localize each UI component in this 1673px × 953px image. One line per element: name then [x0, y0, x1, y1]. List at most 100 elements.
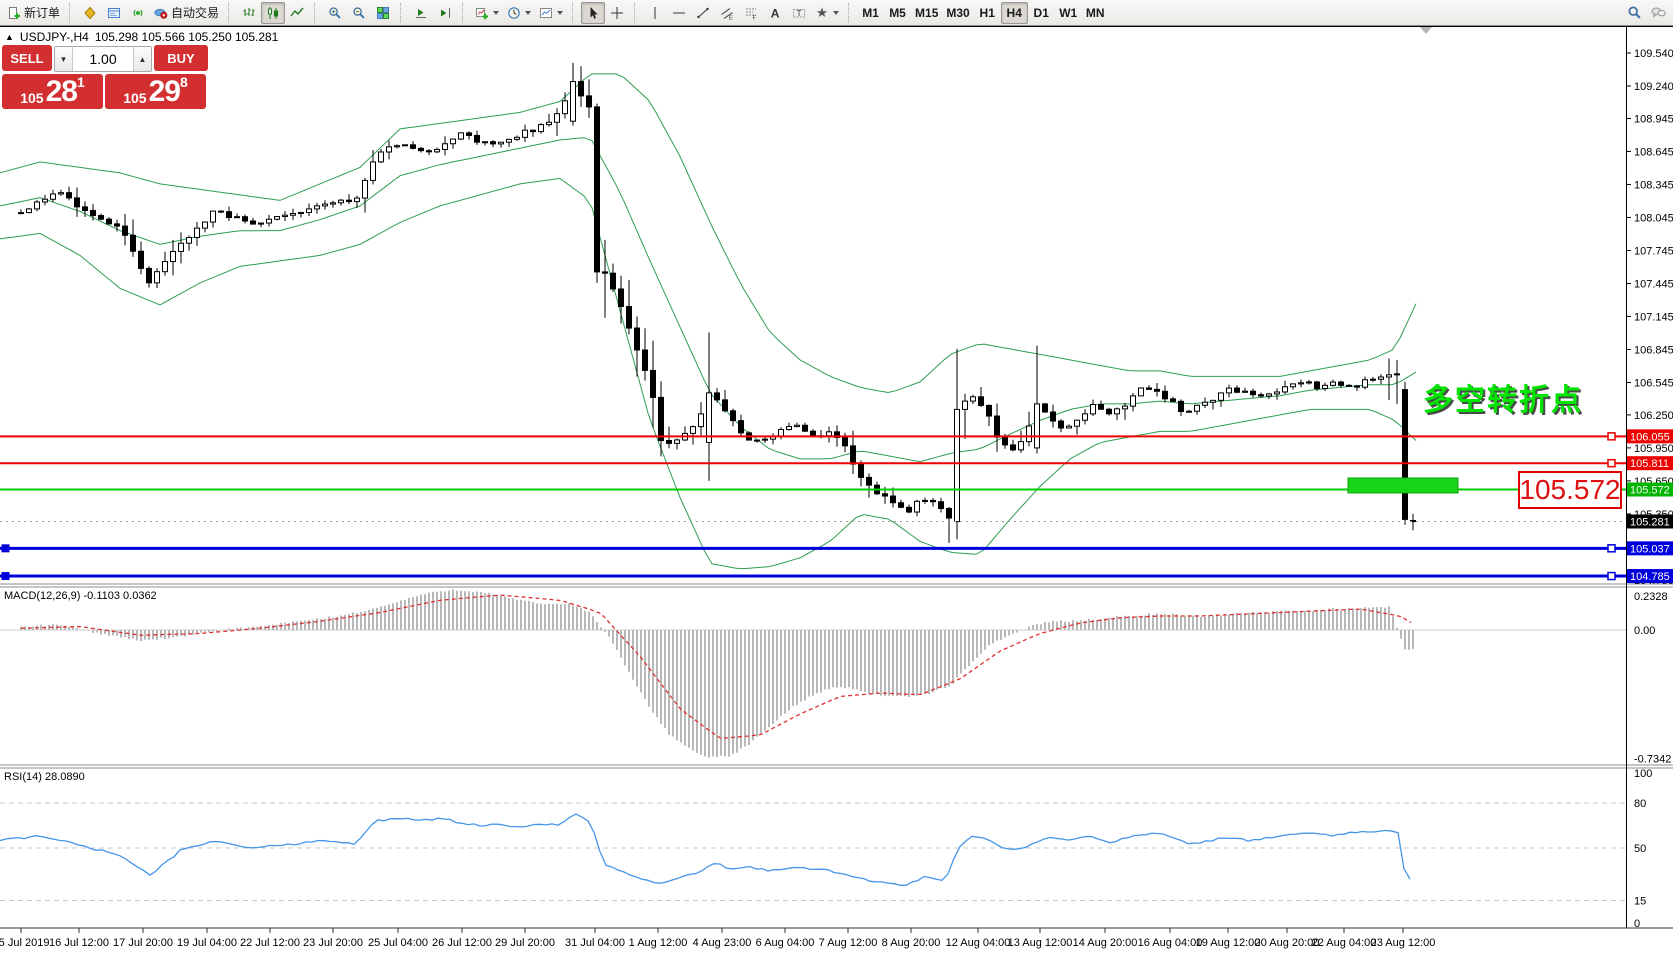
buy-price-button[interactable]: 105298 — [105, 74, 206, 109]
symbol-period-label: USDJPY-,H4 — [20, 30, 89, 44]
candle-body — [1315, 382, 1320, 389]
metaeditor-button[interactable] — [102, 2, 126, 24]
styler-button[interactable] — [78, 2, 102, 24]
tf-m5-button[interactable]: M5 — [884, 2, 911, 24]
line-handle[interactable] — [1608, 460, 1615, 467]
arrows-button[interactable] — [811, 2, 843, 24]
candle-body — [363, 180, 368, 198]
candle-body — [315, 206, 320, 209]
new-order-button[interactable]: 新订单 — [3, 2, 64, 24]
candle-body — [1355, 386, 1360, 387]
zoom-in-button[interactable] — [323, 2, 347, 24]
candle-body — [939, 502, 944, 509]
macd-indicator-label: MACD(12,26,9) -0.1103 0.0362 — [4, 590, 157, 602]
periods-button[interactable] — [503, 2, 535, 24]
trendline-button[interactable] — [691, 2, 715, 24]
candle-body — [1267, 394, 1272, 396]
community-button[interactable] — [1646, 2, 1670, 24]
zoom-in-icon — [328, 6, 342, 20]
candle-body — [707, 393, 712, 443]
templates-button[interactable] — [535, 2, 567, 24]
svg-text:F: F — [753, 15, 757, 20]
toolbar-separator — [69, 3, 74, 23]
chart-canvas[interactable]: 109.540109.240108.945108.645108.345108.0… — [0, 27, 1673, 953]
tile-windows-button[interactable] — [371, 2, 395, 24]
equidistant-channel-button[interactable]: E — [715, 2, 739, 24]
tf-m30-button[interactable]: M30 — [942, 2, 973, 24]
zoom-out-button[interactable] — [347, 2, 371, 24]
dropdown-caret-icon[interactable] — [833, 11, 839, 15]
price-callout-box: 105.572 — [1518, 471, 1622, 509]
trendline-icon — [696, 6, 710, 20]
candle-body — [347, 200, 352, 201]
dropdown-caret-icon[interactable] — [493, 11, 499, 15]
tf-m1-button[interactable]: M1 — [857, 2, 884, 24]
sell-button[interactable]: SELL — [2, 45, 52, 71]
sell-price-button[interactable]: 105281 — [2, 74, 103, 109]
candle-body — [1195, 405, 1200, 411]
time-axis[interactable]: 15 Jul 201916 Jul 12:0017 Jul 20:0019 Ju… — [0, 928, 1435, 949]
candle-body — [1179, 401, 1184, 411]
periods-icon — [507, 6, 521, 20]
candle-body — [915, 501, 920, 512]
time-tick-label: 12 Aug 04:00 — [946, 937, 1011, 949]
tf-m5-label: M5 — [889, 6, 906, 20]
candle-body — [843, 437, 848, 445]
buy-price-sup: 8 — [180, 75, 188, 89]
tf-w1-button[interactable]: W1 — [1055, 2, 1082, 24]
volume-input[interactable]: 1.00 — [73, 47, 133, 71]
horizontal-line-button[interactable] — [667, 2, 691, 24]
candle-body — [1235, 388, 1240, 392]
toolbar-separator — [634, 3, 639, 23]
line-handle[interactable] — [1608, 573, 1615, 580]
candle-body — [1019, 442, 1024, 450]
line-handle[interactable] — [2, 545, 9, 552]
tf-mn-button[interactable]: MN — [1082, 2, 1109, 24]
bar-chart-button[interactable] — [237, 2, 261, 24]
dropdown-caret-icon[interactable] — [525, 11, 531, 15]
candlestick-chart-button[interactable] — [261, 2, 285, 24]
price-axis[interactable]: 109.540109.240108.945108.645108.345108.0… — [1626, 48, 1673, 930]
volume-increase-icon[interactable]: ▲ — [133, 47, 151, 71]
macd-axis-label: -0.7342 — [1634, 753, 1671, 765]
rsi-axis-label: 15 — [1634, 896, 1646, 908]
auto-scroll-button[interactable] — [409, 2, 433, 24]
tf-d1-button[interactable]: D1 — [1028, 2, 1055, 24]
candle-body — [35, 202, 40, 209]
chart-shift-button[interactable] — [433, 2, 457, 24]
line-handle[interactable] — [1608, 433, 1615, 440]
line-chart-button[interactable] — [285, 2, 309, 24]
cursor-button[interactable] — [581, 2, 605, 24]
crosshair-button[interactable] — [605, 2, 629, 24]
volume-decrease-icon[interactable]: ▼ — [55, 47, 73, 71]
signals-button[interactable] — [126, 2, 150, 24]
collapse-panel-icon[interactable]: ▲ — [5, 32, 14, 42]
bollinger-upper-band — [0, 74, 1416, 393]
chart-shift-marker-icon[interactable] — [1420, 27, 1432, 34]
candle-body — [219, 211, 224, 212]
fibonacci-button[interactable]: F — [739, 2, 763, 24]
tf-m15-button[interactable]: M15 — [911, 2, 942, 24]
tf-h1-button[interactable]: H1 — [974, 2, 1001, 24]
svg-text:T: T — [797, 9, 802, 18]
autotrading-icon — [154, 6, 168, 20]
rsi-indicator-label: RSI(14) 28.0890 — [4, 771, 85, 783]
toolbar-separator — [462, 3, 467, 23]
buy-button[interactable]: BUY — [154, 45, 208, 71]
tf-h4-button[interactable]: H4 — [1001, 2, 1028, 24]
dropdown-caret-icon[interactable] — [557, 11, 563, 15]
bollinger-lower-band — [0, 178, 1416, 568]
candle-body — [1147, 388, 1152, 389]
text-button[interactable]: A — [763, 2, 787, 24]
candle-body — [467, 133, 472, 136]
line-handle[interactable] — [1608, 545, 1615, 552]
search-button[interactable] — [1622, 2, 1646, 24]
text-label-button[interactable]: T — [787, 2, 811, 24]
indicators-button[interactable] — [471, 2, 503, 24]
candlesticks — [19, 63, 1416, 543]
candle-body — [211, 211, 216, 222]
candle-body — [1067, 426, 1072, 428]
autotrading-button[interactable]: 自动交易 — [150, 2, 223, 24]
vertical-line-button[interactable] — [643, 2, 667, 24]
line-handle[interactable] — [2, 573, 9, 580]
